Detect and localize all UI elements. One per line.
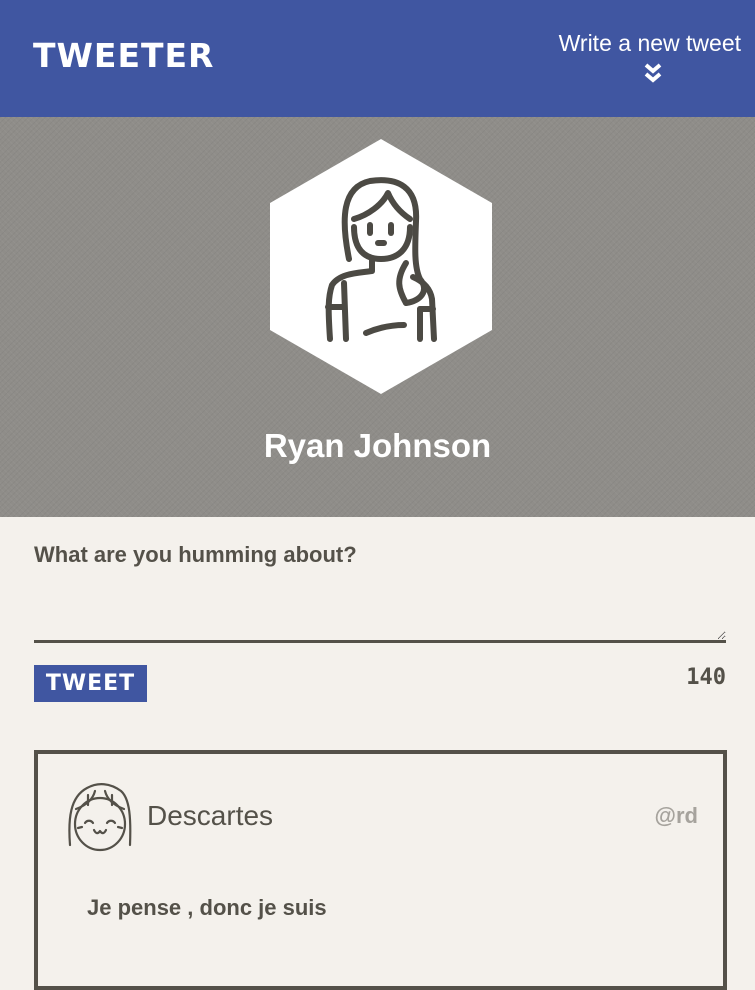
tweet-handle: @rd	[654, 803, 698, 828]
tweet-card: Descartes @rd Je pense , donc je suis	[34, 750, 727, 990]
tweet-author: Descartes	[147, 800, 274, 831]
write-new-tweet-toggle[interactable]: Write a new tweet	[541, 28, 741, 83]
brand-logo[interactable]: TWEETER	[33, 36, 214, 76]
profile-banner: Ryan Johnson	[0, 117, 755, 517]
double-chevron-down-icon[interactable]	[643, 62, 663, 84]
write-new-tweet-label[interactable]: Write a new tweet	[541, 28, 741, 58]
tweet-input[interactable]	[34, 537, 726, 643]
profile-name: Ryan Johnson	[263, 427, 492, 464]
user-avatar-icon	[68, 783, 132, 852]
tweet-text: Je pense , donc je suis	[87, 895, 327, 920]
user-avatar-hexagon	[270, 139, 492, 394]
tweet-composer: TWEET 140	[34, 517, 726, 717]
top-nav: TWEETER Write a new tweet	[0, 0, 755, 117]
char-counter: 140	[686, 665, 726, 690]
tweet-button[interactable]: TWEET	[34, 665, 147, 702]
